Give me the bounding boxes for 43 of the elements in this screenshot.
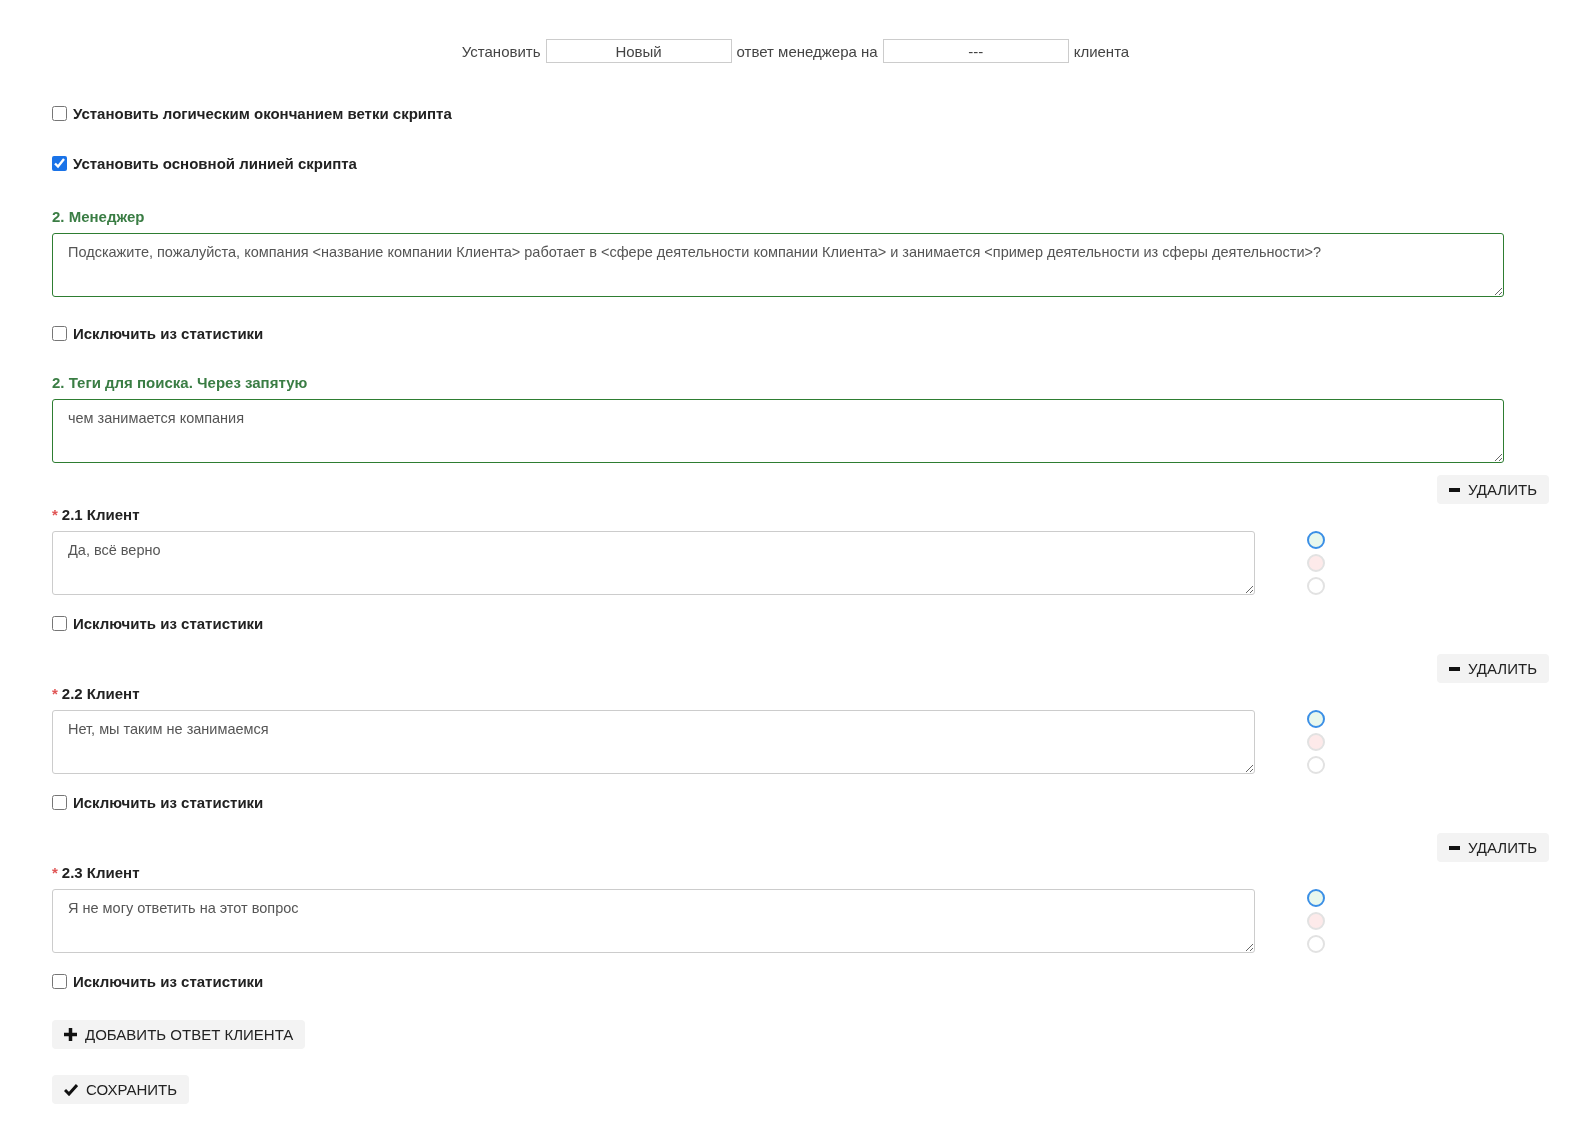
answer-text-area[interactable]: Я не могу ответить на этот вопрос [52,889,1255,953]
target-select[interactable]: --- [882,39,1069,63]
answer-text-area[interactable]: Да, всё верно [52,531,1255,595]
checkbox[interactable] [52,974,67,989]
delete-button[interactable]: УДАЛИТЬ [1437,654,1549,683]
checkmark-icon [64,1083,78,1096]
minus-icon [1449,487,1460,492]
minus-icon [1449,845,1460,850]
required-asterisk: * [52,685,58,702]
checkbox-label: Установить логическим окончанием ветки скрипта [73,105,452,122]
section-label: 2. Менеджер [52,208,146,225]
answer-text-area[interactable]: Нет, мы таким не занимаемся [52,710,1255,774]
rating-radio[interactable] [1307,889,1325,907]
status-text: ответ менеджера на [736,42,878,60]
checkbox-label: Исключить из статистики [73,325,264,342]
status-select[interactable]: Новый [545,39,732,63]
status-text: Установить [461,42,541,60]
rating-radio[interactable] [1307,531,1325,549]
checkbox-label: Исключить из статистики [73,615,264,632]
section-label: 2. Теги для поиска. Через запятую [52,374,309,391]
status-text: клиента [1073,42,1130,60]
checkbox[interactable] [52,616,67,631]
checkbox-label: Исключить из статистики [73,973,264,990]
text-area[interactable]: чем занимается компания [52,399,1504,463]
checkbox-label: Установить основной линией скрипта [73,155,357,172]
rating-radio[interactable] [1307,710,1325,728]
delete-button[interactable]: УДАЛИТЬ [1437,475,1549,504]
text-area[interactable]: Подскажите, пожалуйста, компания <название компании Клиента> работает в <сфере деятельности компании Клиента> и занимается <пример деятельности из сферы деятельности>? [52,233,1504,297]
checkbox[interactable] [52,795,67,810]
required-asterisk: * [52,864,58,881]
checkbox-label: Исключить из статистики [73,794,264,811]
required-asterisk: * [52,506,58,523]
checkbox[interactable] [52,156,67,171]
checkbox[interactable] [52,326,67,341]
save-button[interactable]: СОХРАНИТЬ [52,1075,190,1104]
delete-button[interactable]: УДАЛИТЬ [1437,833,1549,862]
plus-icon [64,1028,77,1041]
checkbox[interactable] [52,106,67,121]
add-answer-button[interactable]: ДОБАВИТЬ ОТВЕТ КЛИЕНТА [52,1020,306,1049]
answer-label: 2.2 Клиент [61,685,140,702]
answer-label: 2.3 Клиент [61,864,140,881]
answer-label: 2.1 Клиент [61,506,140,523]
minus-icon [1449,666,1460,671]
